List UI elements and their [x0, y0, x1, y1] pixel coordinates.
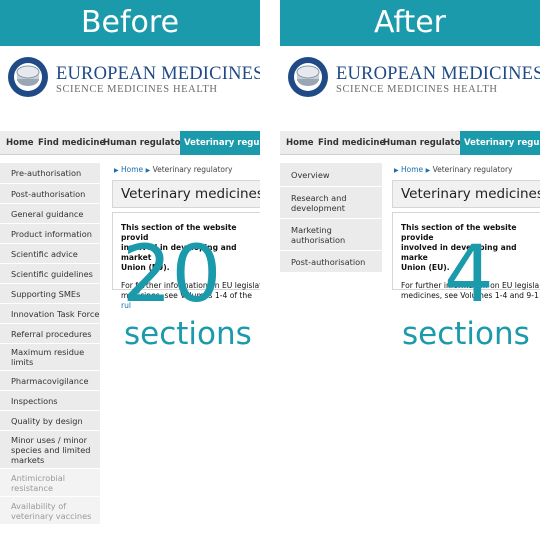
- section-count: 20: [122, 230, 222, 320]
- breadcrumb-separator-icon: ▶: [145, 167, 151, 174]
- top-nav: Home Find medicine Human regulatory Vete…: [280, 131, 540, 155]
- breadcrumb-current: Veterinary regulatory: [152, 165, 233, 174]
- section-count-label: sections: [124, 316, 252, 352]
- sidebar-item[interactable]: Pre-authorisation: [0, 163, 100, 184]
- breadcrumb: ▶ Home ▶ Veterinary regulatory: [394, 165, 513, 174]
- nav-home[interactable]: Home: [6, 131, 34, 155]
- breadcrumb-arrow-icon: ▶: [114, 167, 119, 174]
- before-panel: Before EUROPEAN MEDICINES AGEN SCIENCE M…: [0, 0, 260, 544]
- sidebar-item[interactable]: Inspections: [0, 391, 100, 411]
- top-nav: Home Find medicine Human regulatory Vete…: [0, 131, 260, 155]
- sidebar-item[interactable]: Innovation Task Force: [0, 304, 100, 324]
- sidebar-item[interactable]: Supporting SMEs: [0, 284, 100, 304]
- nav-veterinary-regulatory[interactable]: Veterinary regulato: [180, 131, 260, 155]
- nav-human-regulatory[interactable]: Human regulatory: [383, 131, 470, 155]
- sidebar-item[interactable]: Scientific advice: [0, 244, 100, 264]
- sidebar-item[interactable]: General guidance: [0, 204, 100, 224]
- nav-find-medicine[interactable]: Find medicine: [38, 131, 105, 155]
- sidebar-item[interactable]: Referral procedures: [0, 324, 100, 344]
- sidebar-item[interactable]: Marketing authorisation: [280, 219, 382, 251]
- nav-find-medicine[interactable]: Find medicine: [318, 131, 385, 155]
- sidebar-item[interactable]: Research and development: [280, 187, 382, 219]
- agency-name: EUROPEAN MEDICINES AGEN: [336, 64, 540, 84]
- nav-veterinary-regulatory[interactable]: Veterinary regulato: [460, 131, 540, 155]
- after-panel: After EUROPEAN MEDICINES AGEN SCIENCE ME…: [280, 0, 540, 544]
- sidebar-item[interactable]: Availability of veterinary vaccines: [0, 497, 100, 525]
- breadcrumb-separator-icon: ▶: [425, 167, 431, 174]
- nav-human-regulatory[interactable]: Human regulatory: [103, 131, 190, 155]
- agency-tagline: SCIENCE MEDICINES HEALTH: [336, 84, 498, 95]
- sidebar-item[interactable]: Product information: [0, 224, 100, 244]
- sidebar-item[interactable]: Antimicrobial resistance: [0, 469, 100, 497]
- sidebar-item[interactable]: Minor uses / minor species and limited m…: [0, 431, 100, 469]
- sidebar-item[interactable]: Post-authorisation: [280, 251, 382, 273]
- page-title: Veterinary medicines:: [112, 180, 260, 208]
- before-banner: Before: [0, 0, 260, 46]
- sidebar-item[interactable]: Overview: [280, 163, 382, 187]
- sidebar: Pre-authorisation Post-authorisation Gener…: [0, 163, 100, 525]
- ema-logo-icon: [8, 57, 48, 97]
- nav-home[interactable]: Home: [286, 131, 314, 155]
- sidebar-item[interactable]: Pharmacovigilance: [0, 371, 100, 391]
- breadcrumb-arrow-icon: ▶: [394, 167, 399, 174]
- section-count: 4: [444, 230, 494, 320]
- breadcrumb-current: Veterinary regulatory: [432, 165, 513, 174]
- sidebar-item[interactable]: Quality by design: [0, 411, 100, 431]
- agency-tagline: SCIENCE MEDICINES HEALTH: [56, 84, 218, 95]
- sidebar-item[interactable]: Maximum residue limits: [0, 344, 100, 371]
- sidebar-item[interactable]: Post-authorisation: [0, 184, 100, 204]
- breadcrumb-home-link[interactable]: Home: [401, 165, 423, 174]
- sidebar: Overview Research and development Marketin…: [280, 163, 382, 273]
- agency-name: EUROPEAN MEDICINES AGEN: [56, 64, 260, 84]
- section-count-label: sections: [402, 316, 530, 352]
- after-banner: After: [280, 0, 540, 46]
- ema-logo-icon: [288, 57, 328, 97]
- page-title: Veterinary medicines:: [392, 180, 540, 208]
- sidebar-item[interactable]: Scientific guidelines: [0, 264, 100, 284]
- breadcrumb-home-link[interactable]: Home: [121, 165, 143, 174]
- breadcrumb: ▶ Home ▶ Veterinary regulatory: [114, 165, 233, 174]
